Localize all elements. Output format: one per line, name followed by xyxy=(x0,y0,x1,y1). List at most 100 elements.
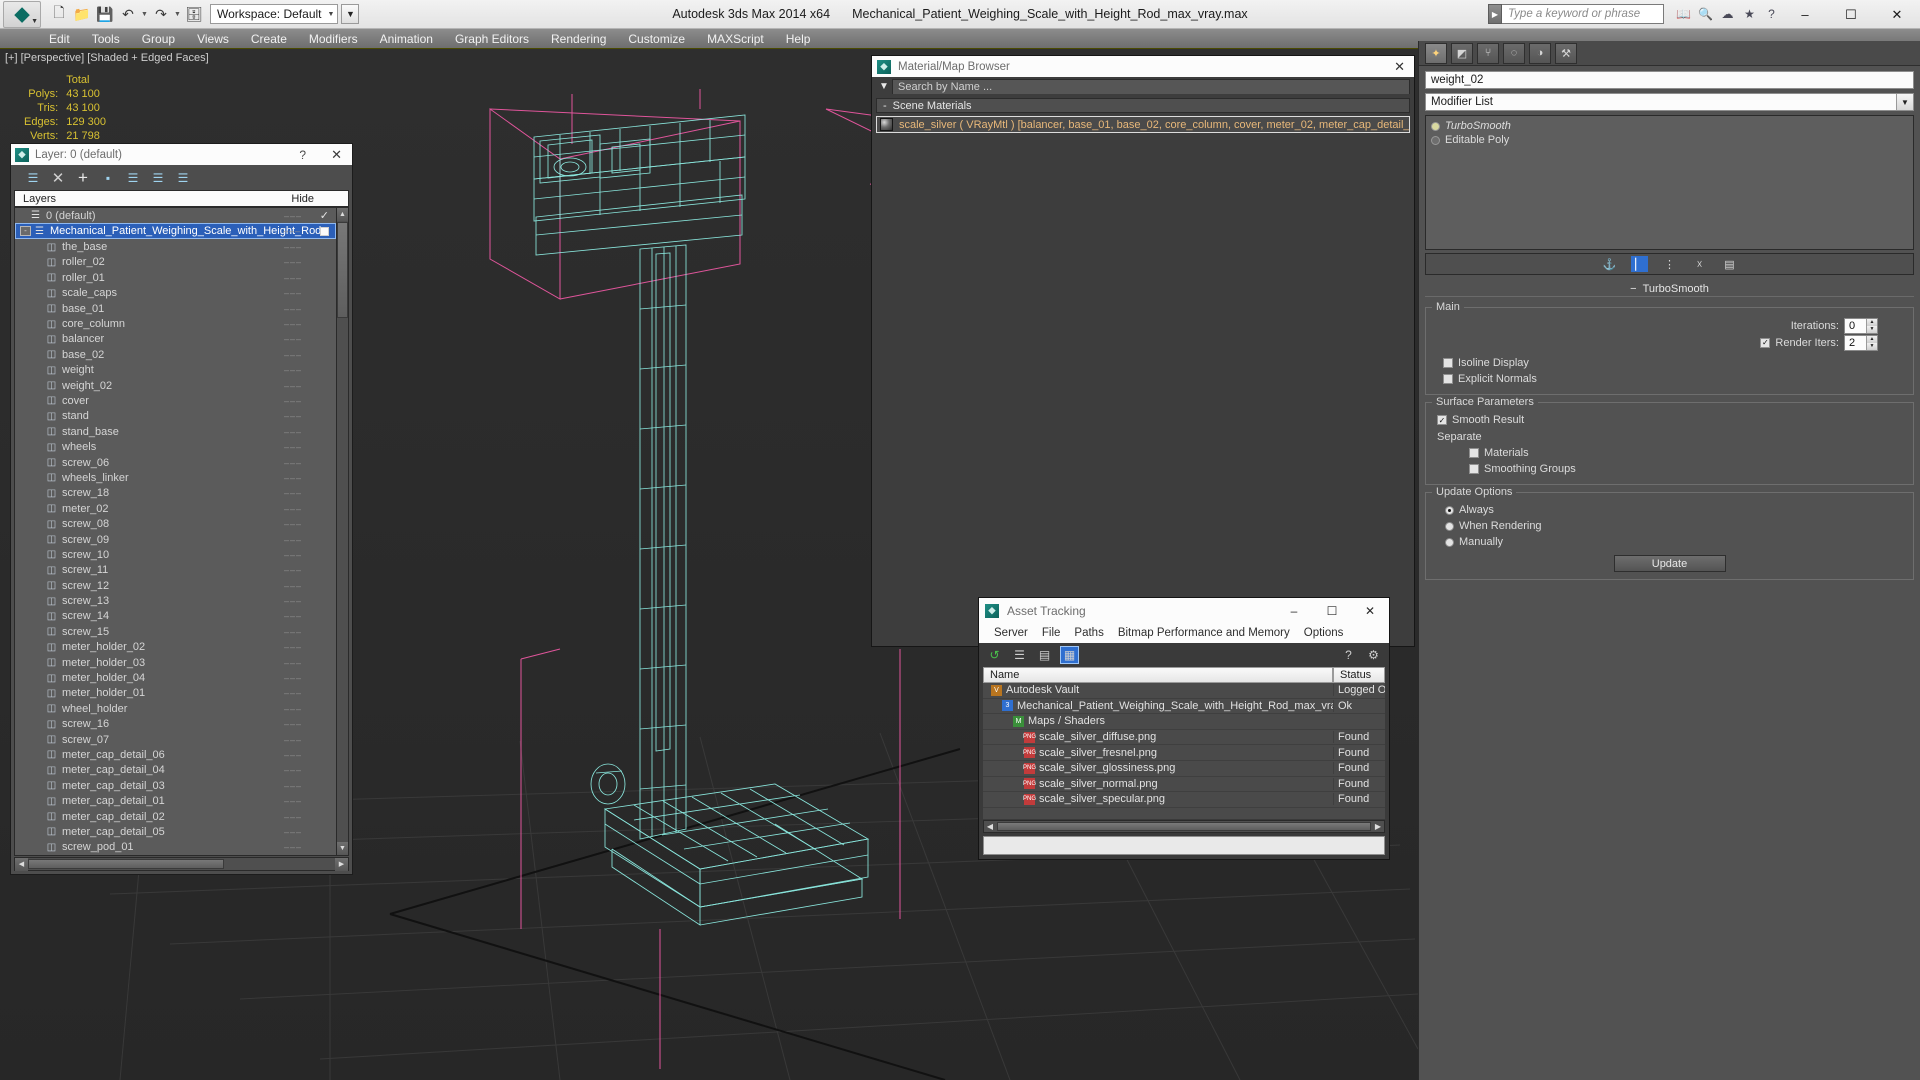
menu-item-graph-editors[interactable]: Graph Editors xyxy=(444,29,540,49)
help-question-icon[interactable]: ? xyxy=(1763,5,1780,22)
search-options-icon[interactable]: ▼ xyxy=(876,81,892,92)
menu-item-create[interactable]: Create xyxy=(240,29,298,49)
update-when-rendering-radio[interactable] xyxy=(1445,521,1454,531)
display-tab[interactable]: ◑ xyxy=(1529,42,1551,64)
isoline-display-row[interactable]: Isoline Display xyxy=(1433,355,1906,371)
list-view-icon[interactable]: ☰ xyxy=(1010,646,1029,664)
menu-item-customize[interactable]: Customize xyxy=(617,29,696,49)
visibility-check-icon[interactable]: ✓ xyxy=(320,209,329,222)
layer-row[interactable]: ☰ 0 (default) ––– ✓ xyxy=(15,208,336,223)
menu-item-edit[interactable]: Edit xyxy=(38,29,81,49)
save-file-icon[interactable]: 💾 xyxy=(94,3,116,25)
app-menu-button[interactable]: ◆ ▼ xyxy=(3,0,41,28)
layer-row[interactable]: ◫ meter_cap_detail_03 ––– xyxy=(15,778,336,793)
layer-row[interactable]: ◫ meter_cap_detail_06 ––– xyxy=(15,747,336,762)
workspace-dropdown-button[interactable]: ▼ xyxy=(341,4,360,24)
search-box[interactable]: ▶ Type a keyword or phrase xyxy=(1488,4,1664,24)
smoothing-groups-row[interactable]: Smoothing Groups xyxy=(1433,461,1906,477)
layer-row[interactable]: ◫ scale_caps ––– xyxy=(15,286,336,301)
layer-row[interactable]: ◫ meter_cap_detail_02 ––– xyxy=(15,809,336,824)
project-folder-icon[interactable]: 🗄 xyxy=(183,3,205,25)
utilities-tab[interactable]: ⚒ xyxy=(1555,42,1577,64)
search-dropdown-icon[interactable]: ▶ xyxy=(1488,4,1502,24)
menu-item-modifiers[interactable]: Modifiers xyxy=(298,29,369,49)
star-icon[interactable]: ★ xyxy=(1741,5,1758,22)
select-objects-icon[interactable]: ▪ xyxy=(100,170,116,185)
asset-row[interactable]: PNG scale_silver_specular.png Found xyxy=(983,792,1385,808)
update-always-row[interactable]: Always xyxy=(1433,502,1906,518)
cloud-icon[interactable]: ☁ xyxy=(1719,5,1736,22)
asset-menu-item-paths[interactable]: Paths xyxy=(1067,627,1110,639)
maximize-button[interactable]: ☐ xyxy=(1313,598,1351,623)
layer-row[interactable]: ◫ meter_holder_02 ––– xyxy=(15,640,336,655)
spinner-arrows-icon[interactable]: ▲ ▼ xyxy=(1866,335,1877,350)
menu-item-group[interactable]: Group xyxy=(131,29,186,49)
smoothing-groups-checkbox[interactable] xyxy=(1469,464,1479,474)
asset-menu-item-options[interactable]: Options xyxy=(1297,627,1351,639)
layer-row[interactable]: ◫ stand_base ––– xyxy=(15,424,336,439)
explicit-normals-checkbox[interactable] xyxy=(1443,374,1453,384)
hscroll-thumb[interactable] xyxy=(997,822,1371,831)
scroll-left-icon[interactable]: ◀ xyxy=(984,822,996,831)
layer-row[interactable]: ◫ roller_02 ––– xyxy=(15,255,336,270)
layer-row[interactable]: ◫ meter_holder_03 ––– xyxy=(15,655,336,670)
render-iters-checkbox[interactable]: ✓ xyxy=(1760,337,1771,348)
layer-row[interactable]: ◫ screw_18 ––– xyxy=(15,486,336,501)
column-name[interactable]: Name xyxy=(983,667,1333,683)
layer-list-scrollbar[interactable]: ▲ ▼ xyxy=(336,207,349,856)
layer-row[interactable]: ◫ wheels_linker ––– xyxy=(15,470,336,485)
magnify-icon[interactable]: 🔍 xyxy=(1697,5,1714,22)
layer-row[interactable]: ◫ roller_01 ––– xyxy=(15,270,336,285)
menu-item-animation[interactable]: Animation xyxy=(369,29,444,49)
layer-row[interactable]: ◫ weight_02 ––– xyxy=(15,378,336,393)
close-icon[interactable]: ✕ xyxy=(331,147,342,163)
layer-row[interactable]: ◫ wheels ––– xyxy=(15,439,336,454)
layer-row-selected[interactable]: - ☰ Mechanical_Patient_Weighing_Scale_with… xyxy=(15,223,336,240)
layer-row[interactable]: ◫ weight ––– xyxy=(15,363,336,378)
asset-row[interactable]: PNG scale_silver_glossiness.png Found xyxy=(983,761,1385,777)
update-manually-radio[interactable] xyxy=(1445,537,1454,547)
layer-row[interactable]: ◫ screw_09 ––– xyxy=(15,532,336,547)
scroll-right-icon[interactable]: ▶ xyxy=(1372,822,1384,831)
help-icon[interactable]: ? xyxy=(299,148,306,162)
redo-dropdown-icon[interactable]: ▼ xyxy=(173,3,182,25)
layer-row[interactable]: ◫ stand ––– xyxy=(15,409,336,424)
select-layer-icon[interactable]: ☰ xyxy=(125,170,141,185)
scroll-left-icon[interactable]: ◀ xyxy=(15,857,28,871)
materials-row[interactable]: Materials xyxy=(1433,445,1906,461)
layer-list[interactable]: ☰ 0 (default) ––– ✓ - ☰ Mechanical_Patient_Wei… xyxy=(14,207,336,856)
highlight-selected-icon[interactable]: ☰ xyxy=(150,170,166,185)
menu-item-tools[interactable]: Tools xyxy=(81,29,131,49)
hscroll-thumb[interactable] xyxy=(28,859,224,869)
asset-row[interactable]: PNG scale_silver_normal.png Found xyxy=(983,777,1385,793)
material-row-scale-silver[interactable]: scale_silver ( VRayMtl ) [balancer, base… xyxy=(876,116,1410,133)
smooth-result-checkbox[interactable]: ✓ xyxy=(1437,415,1447,425)
scroll-down-icon[interactable]: ▼ xyxy=(337,842,348,855)
layer-properties-icon[interactable]: ☰ xyxy=(175,170,191,185)
help-icon[interactable]: ? xyxy=(1339,646,1358,664)
undo-dropdown-icon[interactable]: ▼ xyxy=(140,3,149,25)
modifier-stack[interactable]: TurboSmooth Editable Poly xyxy=(1425,115,1914,250)
help-book-icon[interactable]: 📖 xyxy=(1675,5,1692,22)
menu-item-views[interactable]: Views xyxy=(186,29,240,49)
asset-menu-item-file[interactable]: File xyxy=(1035,627,1068,639)
update-always-radio[interactable] xyxy=(1445,505,1454,515)
modifier-stack-item[interactable]: TurboSmooth xyxy=(1426,119,1913,133)
materials-checkbox[interactable] xyxy=(1469,448,1479,458)
layer-row[interactable]: ◫ balancer ––– xyxy=(15,332,336,347)
asset-menu-item-bitmap-performance-and-memory[interactable]: Bitmap Performance and Memory xyxy=(1111,627,1297,639)
smooth-result-row[interactable]: ✓ Smooth Result xyxy=(1433,412,1906,428)
explicit-normals-row[interactable]: Explicit Normals xyxy=(1433,371,1906,387)
motion-tab[interactable]: ◌ xyxy=(1503,42,1525,64)
layer-row[interactable]: ◫ screw_15 ––– xyxy=(15,624,336,639)
layer-row[interactable]: ◫ screw_14 ––– xyxy=(15,609,336,624)
rollout-header[interactable]: − TurboSmooth xyxy=(1425,282,1914,297)
layer-row[interactable]: ◫ screw_06 ––– xyxy=(15,455,336,470)
asset-row[interactable]: PNG scale_silver_diffuse.png Found xyxy=(983,730,1385,746)
undo-icon[interactable]: ↶ xyxy=(117,3,139,25)
update-when-rendering-row[interactable]: When Rendering xyxy=(1433,518,1906,534)
group-expander-icon[interactable]: - xyxy=(883,100,887,112)
layer-row[interactable]: ◫ cover ––– xyxy=(15,393,336,408)
delete-layer-icon[interactable]: ✕ xyxy=(50,170,66,187)
modifier-enable-icon[interactable] xyxy=(1431,135,1440,145)
